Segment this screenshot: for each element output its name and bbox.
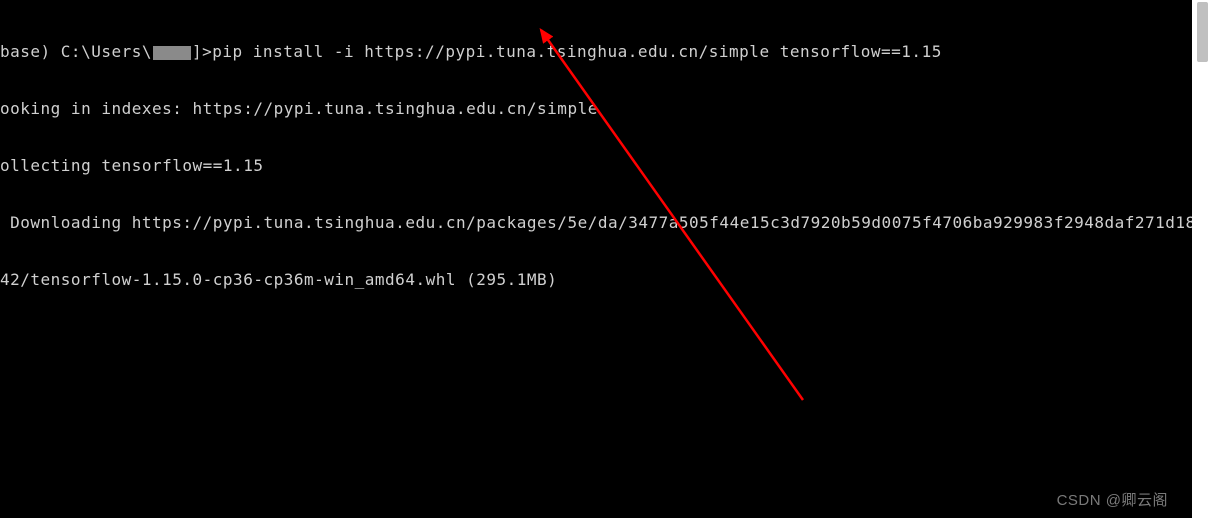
prompt-prefix: base) C:\Users\	[0, 42, 152, 61]
terminal-line-2: ooking in indexes: https://pypi.tuna.tsi…	[0, 99, 1192, 118]
prompt-suffix: ]>	[192, 42, 212, 61]
terminal-window[interactable]: base) C:\Users\ ]>pip install -i https://…	[0, 0, 1192, 518]
annotation-arrow	[0, 0, 1192, 518]
terminal-line-1: base) C:\Users\ ]>pip install -i https://…	[0, 42, 1192, 61]
scrollbar-thumb[interactable]	[1197, 2, 1208, 62]
terminal-line-5: 42/tensorflow-1.15.0-cp36-cp36m-win_amd6…	[0, 270, 1192, 289]
watermark-text: CSDN @卿云阁	[1057, 491, 1168, 510]
terminal-line-3: ollecting tensorflow==1.15	[0, 156, 1192, 175]
scrollbar-track[interactable]	[1192, 0, 1211, 518]
terminal-line-4: Downloading https://pypi.tuna.tsinghua.e…	[0, 213, 1192, 232]
command-text: pip install -i https://pypi.tuna.tsinghu…	[212, 42, 942, 61]
redacted-username	[153, 46, 191, 60]
